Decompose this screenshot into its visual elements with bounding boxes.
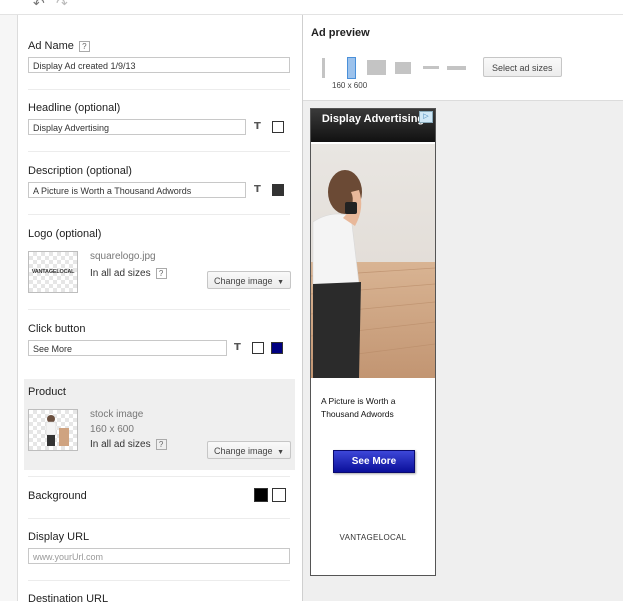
product-dimensions: 160 x 600 [90, 424, 134, 435]
text-format-icon[interactable]: T [234, 342, 241, 353]
change-product-button[interactable]: Change image ▼ [207, 441, 291, 459]
size-option-728x90[interactable] [447, 66, 466, 70]
ad-preview-panel: Ad preview 160 x 600 Select ad sizes Dis… [303, 15, 623, 601]
ad-cta-button[interactable]: See More [333, 450, 415, 473]
divider [28, 309, 290, 310]
text-format-icon[interactable]: T [254, 121, 261, 132]
divider [28, 476, 290, 477]
button-text-color-swatch[interactable] [252, 342, 264, 354]
logo-filename: squarelogo.jpg [90, 251, 156, 262]
click-button-label: Click button [28, 323, 86, 335]
logo-sizes-label: In all ad sizes [90, 268, 151, 280]
text-format-icon[interactable]: T [254, 184, 261, 195]
dropdown-arrow-icon: ▼ [277, 449, 284, 456]
toolbar: ↶ ↷ [0, 0, 623, 15]
background-light-swatch[interactable] [272, 488, 286, 502]
adchoices-icon[interactable]: ▷ [419, 111, 433, 123]
description-label: Description (optional) [28, 165, 132, 177]
left-gutter [0, 15, 18, 601]
divider [28, 89, 290, 90]
product-sizes-text: In all ad sizes? [90, 439, 167, 450]
ad-headline-bar: Display Advertising ▷ [311, 109, 435, 142]
product-thumb-photo [45, 415, 69, 446]
help-icon[interactable]: ? [155, 439, 167, 450]
redo-icon[interactable]: ↷ [56, 0, 68, 12]
change-logo-button-label: Change image [214, 276, 273, 286]
undo-icon[interactable]: ↶ [33, 0, 45, 12]
ad-creative: Display Advertising ▷ A Picture is Worth… [310, 108, 436, 576]
background-dark-swatch[interactable] [254, 488, 268, 502]
product-sizes-label: In all ad sizes [90, 439, 151, 451]
logo-thumbnail[interactable]: VANTAGELOCAL [28, 251, 78, 293]
headline-label: Headline (optional) [28, 102, 121, 114]
product-source: stock image [90, 409, 144, 420]
ad-name-label-text: Ad Name [28, 40, 74, 52]
logo-sizes-text: In all ad sizes? [90, 268, 167, 279]
select-ad-sizes-button[interactable]: Select ad sizes [483, 57, 562, 77]
help-icon[interactable]: ? [155, 268, 167, 279]
click-button-input[interactable]: See More [28, 340, 227, 356]
description-input[interactable]: A Picture is Worth a Thousand Adwords [28, 182, 246, 198]
divider [28, 214, 290, 215]
preview-header: Ad preview 160 x 600 Select ad sizes [303, 15, 623, 101]
divider [28, 151, 290, 152]
change-product-button-label: Change image [214, 446, 273, 456]
change-logo-button[interactable]: Change image ▼ [207, 271, 291, 289]
help-icon[interactable]: ? [78, 40, 90, 52]
headline-color-swatch[interactable] [272, 121, 284, 133]
display-url-label: Display URL [28, 531, 90, 543]
ad-form-panel: Ad Name? Display Ad created 1/9/13 Headl… [18, 15, 303, 605]
ad-name-input[interactable]: Display Ad created 1/9/13 [28, 57, 290, 73]
ad-brand-logo: VANTAGELOCAL [339, 533, 407, 542]
ad-headline: Display Advertising [321, 113, 425, 125]
size-option-160x600[interactable] [347, 57, 356, 79]
size-option-250x250[interactable] [395, 62, 411, 74]
selected-size-label: 160 x 600 [332, 81, 368, 90]
size-option-300x250[interactable] [367, 60, 386, 75]
logo-label: Logo (optional) [28, 228, 102, 240]
divider [28, 580, 290, 581]
headline-input[interactable]: Display Advertising [28, 119, 246, 135]
description-color-swatch[interactable] [272, 184, 284, 196]
preview-title: Ad preview [311, 27, 370, 39]
product-thumbnail[interactable] [28, 409, 78, 451]
logo-thumb-text: VANTAGELOCAL [31, 269, 75, 275]
ad-name-label: Ad Name? [28, 40, 90, 52]
divider [28, 518, 290, 519]
size-option-468x60[interactable] [423, 66, 439, 69]
button-bg-color-swatch[interactable] [271, 342, 283, 354]
size-option-120x600[interactable] [322, 58, 325, 78]
ad-product-photo [311, 144, 435, 378]
dropdown-arrow-icon: ▼ [277, 279, 284, 286]
ad-description: A Picture is Worth a Thousand Adwords [321, 396, 396, 419]
product-label: Product [28, 386, 66, 398]
background-label: Background [28, 490, 87, 502]
display-url-input[interactable]: www.yourUrl.com [28, 548, 290, 564]
destination-url-label: Destination URL [28, 593, 109, 605]
